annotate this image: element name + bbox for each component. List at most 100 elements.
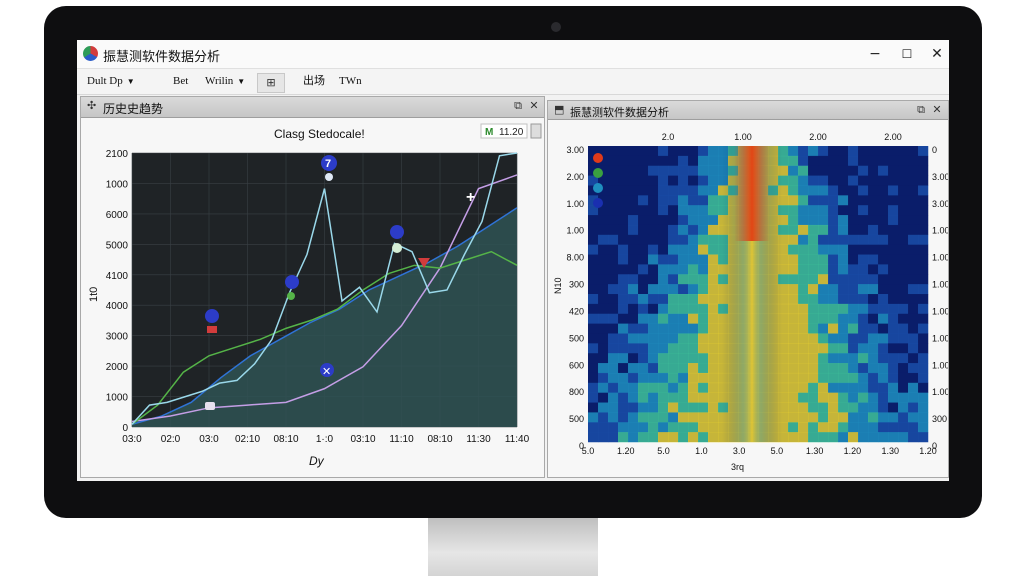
heatmap-cell bbox=[918, 264, 929, 275]
heatmap-cell bbox=[598, 372, 609, 384]
heatmap-cell bbox=[678, 392, 689, 403]
heatmap-cell bbox=[868, 372, 879, 384]
heatmap-cell bbox=[848, 333, 859, 344]
x-tick-label: 02:10 bbox=[235, 434, 260, 445]
heatmap-cell bbox=[808, 432, 819, 443]
heatmap-cell bbox=[888, 175, 899, 186]
crosshair-icon[interactable]: + bbox=[466, 189, 475, 206]
heatmap-cell bbox=[788, 205, 799, 216]
x-tick-label: 02:0 bbox=[161, 434, 181, 445]
heatmap-cell bbox=[708, 323, 719, 334]
legend-scroll[interactable] bbox=[530, 123, 542, 139]
close-panel-button[interactable]: ✕ bbox=[930, 103, 944, 117]
restore-panel-button[interactable]: ⧉ bbox=[511, 99, 525, 113]
heatmap-cell bbox=[848, 224, 859, 236]
minimize-button[interactable]: − bbox=[865, 44, 885, 64]
heatmap-cell bbox=[678, 155, 689, 167]
left-axis-ticks: 3.002.001.001.008.003004205006008005000 bbox=[566, 145, 584, 451]
heatmap-cell bbox=[648, 274, 659, 285]
heatmap-cell bbox=[788, 432, 799, 443]
heatmap-cell bbox=[888, 294, 899, 305]
heatmap-cell bbox=[828, 422, 839, 433]
heatmap-cell bbox=[878, 146, 889, 157]
heatmap-cell bbox=[818, 363, 829, 374]
heatmap-cell bbox=[618, 323, 629, 334]
heatmap-cell bbox=[828, 402, 839, 413]
heatmap-cell bbox=[708, 205, 719, 216]
heatmap-cell bbox=[618, 185, 629, 196]
close-button[interactable]: ✕ bbox=[927, 44, 947, 64]
grid-view-icon[interactable]: ⊞ bbox=[257, 73, 285, 93]
heatmap-cell bbox=[908, 146, 919, 157]
panel-header: ⬒ 振慧测软件数据分析 ⧉ ✕ bbox=[548, 101, 948, 120]
heatmap-cell bbox=[658, 382, 669, 393]
heatmap-cell bbox=[658, 254, 669, 265]
heatmap-cell bbox=[798, 382, 809, 393]
heatmap-cell bbox=[638, 382, 649, 393]
heatmap-cell bbox=[818, 284, 829, 295]
heatmap-cell bbox=[878, 392, 889, 403]
heatmap-cell bbox=[878, 412, 889, 423]
menu-item-chuchang[interactable]: 出场 bbox=[299, 73, 329, 90]
heatmap-cell bbox=[898, 224, 909, 236]
heatmap-cell bbox=[798, 254, 809, 265]
menu-item-bet[interactable]: Bet bbox=[169, 73, 192, 90]
heatmap-cell bbox=[708, 363, 719, 374]
heatmap-cell bbox=[838, 224, 849, 236]
heatmap-cell bbox=[858, 264, 869, 275]
menu-item-label: 出场 bbox=[303, 75, 325, 87]
menu-item-wrilin[interactable]: Wrilin ▼ bbox=[201, 73, 249, 90]
heatmap-cell bbox=[898, 205, 909, 216]
heatmap-cell bbox=[708, 412, 719, 423]
menu-item-label: Bet bbox=[173, 75, 189, 87]
heatmap-cell bbox=[858, 432, 869, 443]
heatmap-cell bbox=[658, 195, 669, 206]
menu-item-twn[interactable]: TWn bbox=[335, 73, 366, 90]
heatmap-cell bbox=[898, 294, 909, 305]
menu-item-dult[interactable]: Dult Dp ▼ bbox=[83, 73, 139, 90]
heatmap-cell bbox=[688, 264, 699, 275]
bookmark-marker-icon[interactable] bbox=[285, 275, 299, 289]
heatmap-cell bbox=[798, 333, 809, 344]
heatmap-cell bbox=[898, 382, 909, 393]
right-tick-label: 3.00 bbox=[932, 199, 948, 209]
heatmap-cell bbox=[868, 363, 879, 374]
heatmap-cell bbox=[878, 205, 889, 216]
bookmark-marker-icon[interactable] bbox=[390, 225, 404, 239]
heatmap-cell bbox=[918, 422, 929, 433]
restore-panel-button[interactable]: ⧉ bbox=[914, 103, 928, 117]
y-tick-label: 6000 bbox=[106, 210, 129, 221]
heatmap-cell bbox=[598, 412, 609, 423]
heatmap-cell bbox=[818, 333, 829, 344]
heatmap-cell bbox=[828, 254, 839, 265]
heatmap-cell bbox=[858, 244, 869, 255]
flag-marker-icon[interactable] bbox=[207, 326, 217, 333]
heatmap-cell bbox=[848, 234, 859, 245]
heatmap-cell bbox=[668, 175, 679, 186]
heatmap-cell bbox=[628, 205, 639, 216]
heatmap-cell bbox=[898, 215, 909, 226]
panel-title: 历史史趋势 bbox=[103, 102, 164, 116]
heatmap-cell bbox=[608, 333, 619, 344]
heatmap-cell bbox=[848, 205, 859, 216]
heatmap-cell bbox=[788, 254, 799, 265]
heatmap-cell bbox=[648, 244, 659, 255]
heatmap-cell bbox=[658, 224, 669, 236]
close-panel-button[interactable]: ✕ bbox=[527, 99, 541, 113]
y-tick-label: 1000 bbox=[106, 393, 129, 404]
heatmap-cell bbox=[708, 234, 719, 245]
maximize-button[interactable]: ☐ bbox=[897, 44, 917, 64]
heatmap-cell bbox=[638, 205, 649, 216]
heatmap-cell bbox=[868, 392, 879, 403]
marker-dot bbox=[287, 292, 295, 300]
heatmap-cell bbox=[668, 343, 679, 354]
heatmap-cell bbox=[888, 432, 899, 443]
heatmap-cell bbox=[898, 343, 909, 354]
bookmark-marker-icon[interactable] bbox=[205, 309, 219, 323]
heatmap-cell bbox=[688, 254, 699, 265]
heatmap-cell bbox=[888, 155, 899, 167]
heatmap-cell bbox=[678, 372, 689, 384]
marker-label: 7 bbox=[325, 158, 331, 170]
heatmap-cell bbox=[588, 323, 599, 334]
heatmap-cell bbox=[618, 244, 629, 255]
